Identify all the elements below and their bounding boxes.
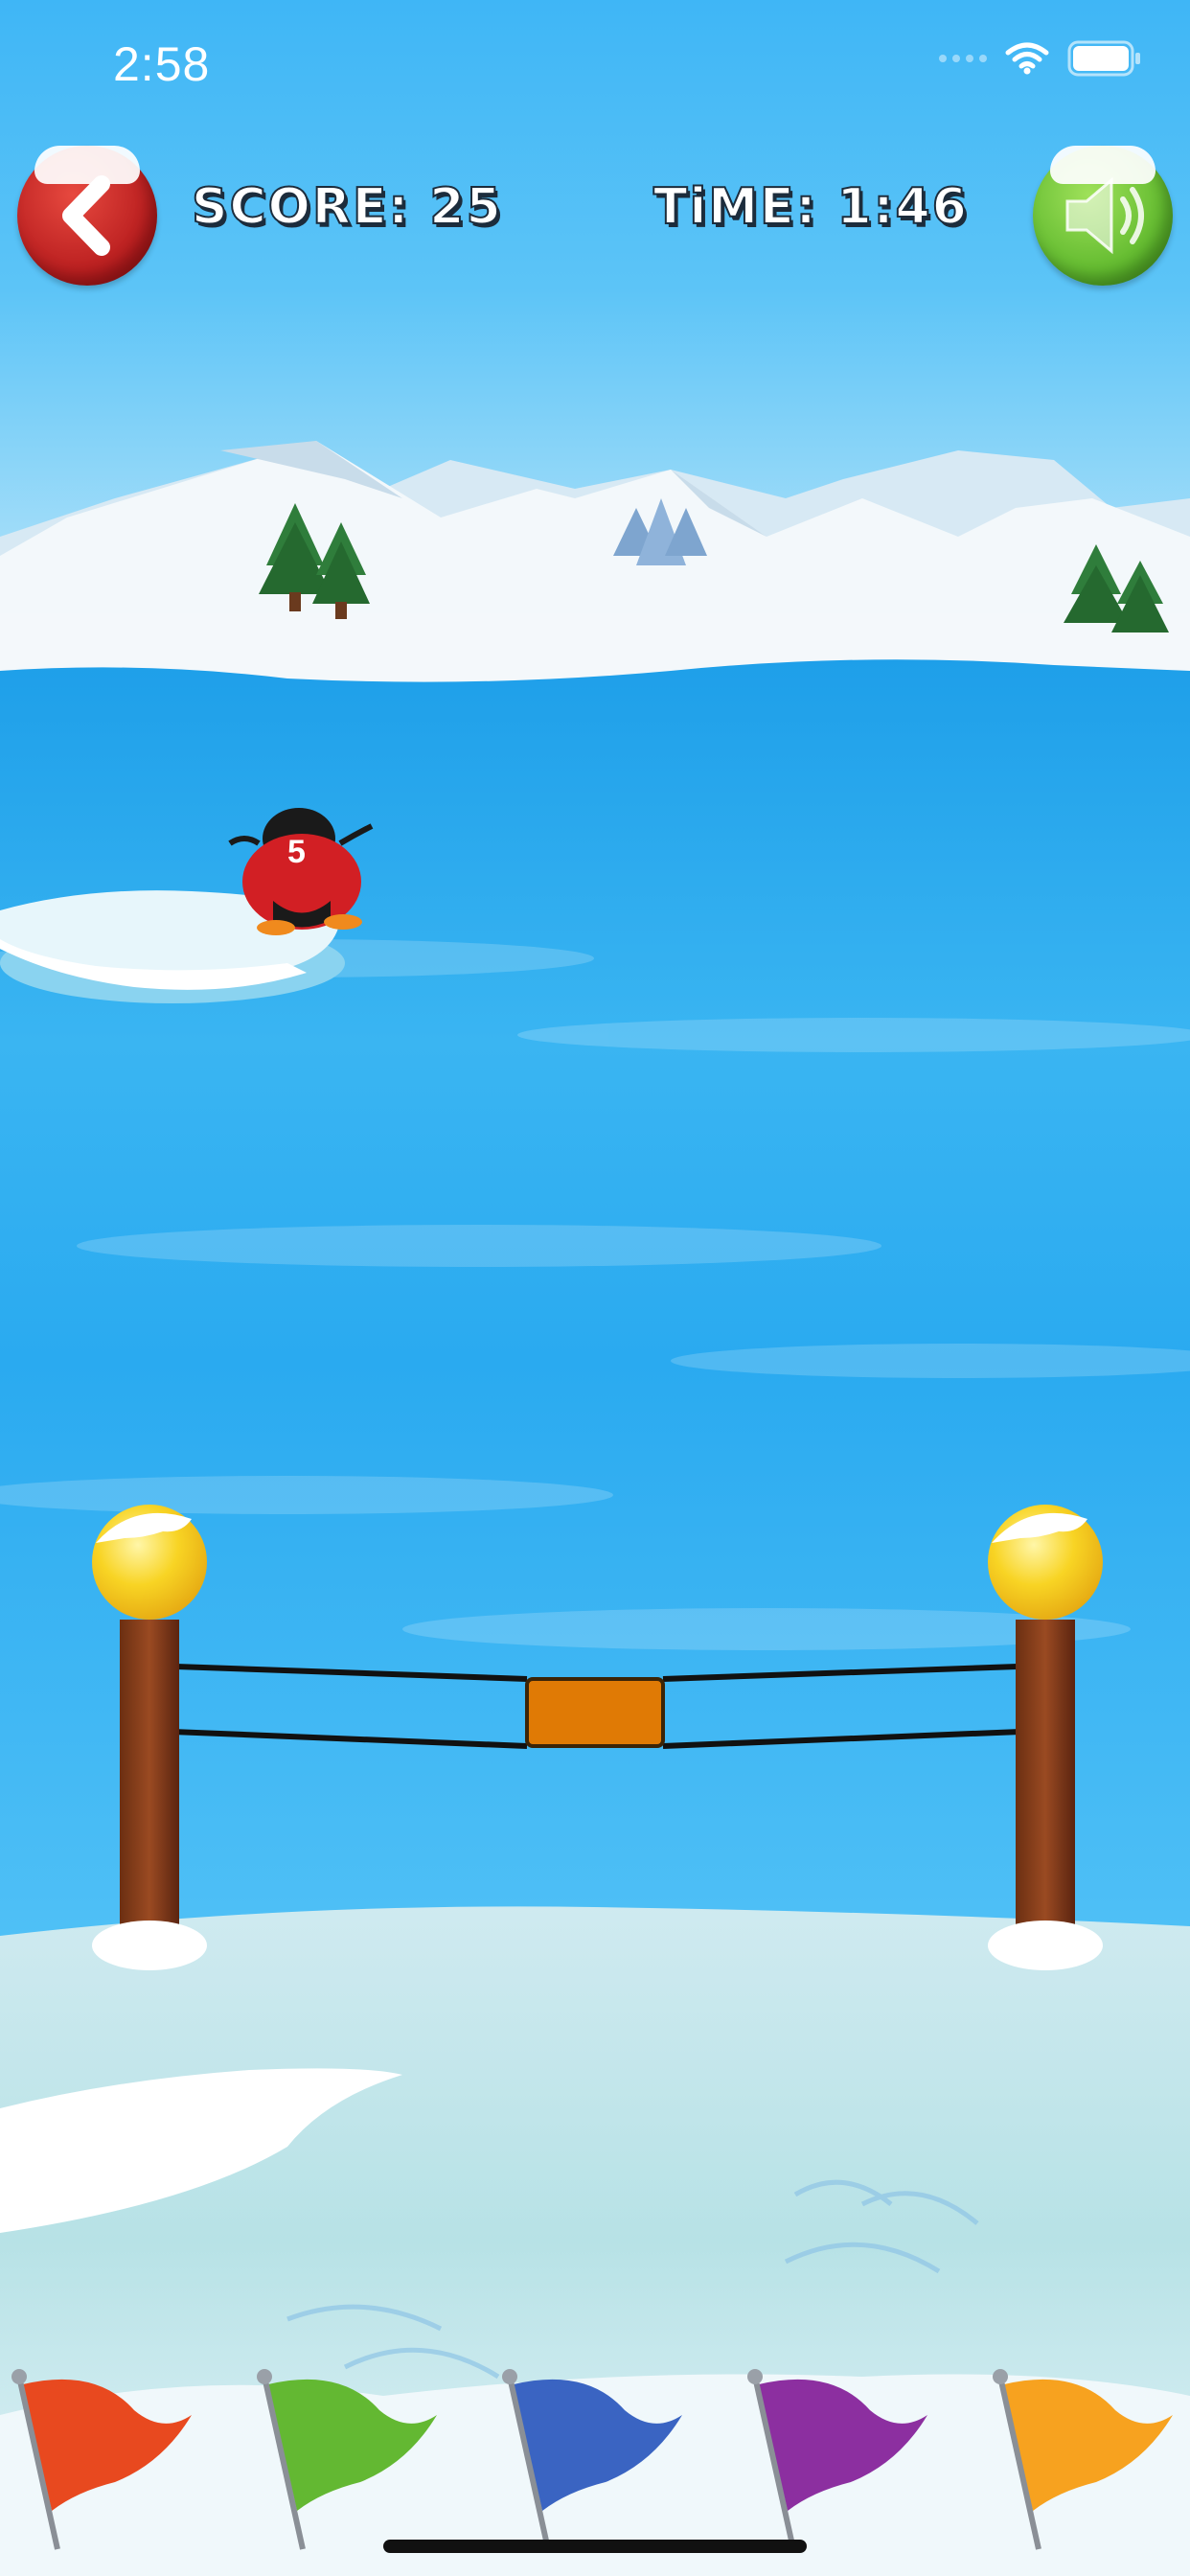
status-bar-icons xyxy=(939,40,1142,77)
timer-display: TiME: 1:46 xyxy=(652,177,969,237)
flag-pole-knob xyxy=(502,2369,517,2384)
flag-pole-knob xyxy=(993,2369,1008,2384)
snowy-mountains xyxy=(0,441,1190,690)
flag-pole-knob xyxy=(257,2369,272,2384)
speaker-icon xyxy=(1065,176,1144,255)
battery-icon xyxy=(1067,40,1140,77)
home-indicator[interactable] xyxy=(383,2540,807,2553)
sound-toggle-button[interactable] xyxy=(1033,146,1173,286)
wifi-icon xyxy=(1005,42,1049,75)
status-bar-time: 2:58 xyxy=(113,37,211,91)
back-button[interactable] xyxy=(17,146,157,286)
flag-pole-knob xyxy=(747,2369,763,2384)
flag-pole-knob xyxy=(11,2369,27,2384)
cellular-signal-icon xyxy=(939,55,987,62)
score-display: SCORE: 25 xyxy=(191,177,503,237)
back-arrow-icon xyxy=(62,175,110,256)
gate-handle[interactable] xyxy=(525,1677,665,1748)
jersey-number: 5 xyxy=(287,834,306,870)
game-scene xyxy=(0,441,1190,2576)
